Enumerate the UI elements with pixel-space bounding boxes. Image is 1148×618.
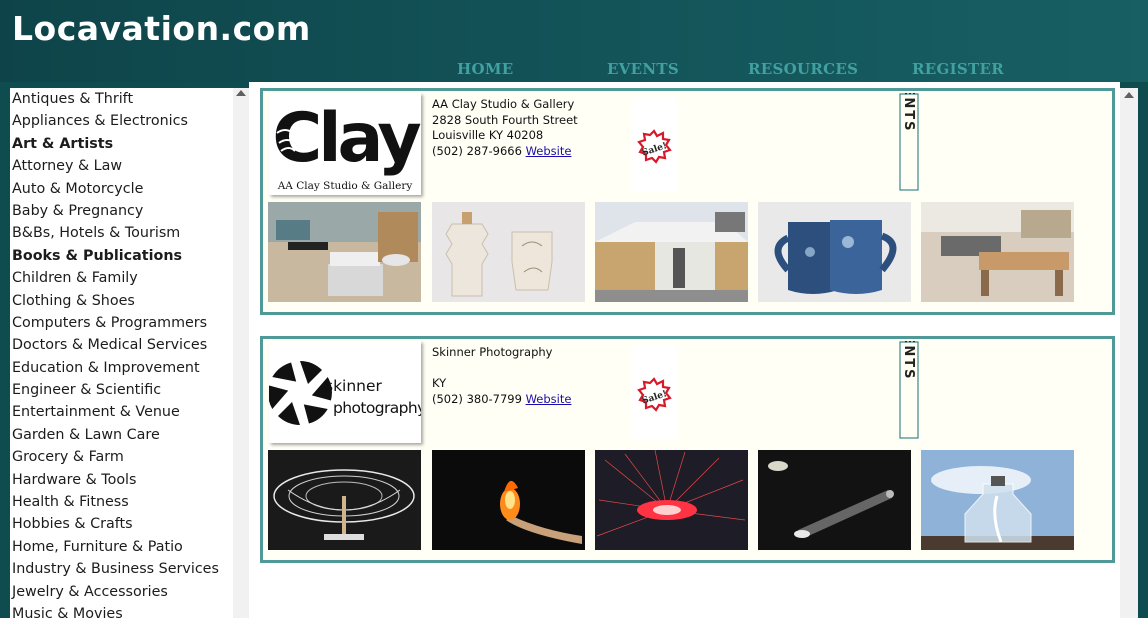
sale-badge[interactable]: Sale! <box>631 345 677 440</box>
category-link[interactable]: Clothing & Shoes <box>10 290 233 312</box>
events-text: EVENTS <box>901 93 916 132</box>
listings-panel: Clay AA Clay Studio & Gallery AA Clay St… <box>249 64 1120 618</box>
storefront-photo[interactable] <box>595 202 748 302</box>
category-link[interactable]: Books & Publications <box>10 245 233 267</box>
nav-home[interactable]: HOME <box>457 60 513 78</box>
light-beam-photo[interactable] <box>758 450 911 550</box>
studio-tables-photo[interactable] <box>268 202 421 302</box>
workshop-photo[interactable] <box>921 202 1074 302</box>
scroll-up-arrow-icon[interactable] <box>236 90 246 96</box>
category-link[interactable]: Antiques & Thrift <box>10 88 233 110</box>
business-name: Skinner Photography <box>432 345 553 359</box>
category-link[interactable]: Attorney & Law <box>10 155 233 177</box>
business-address: 2828 South Fourth Street <box>432 112 578 127</box>
sale-badge[interactable]: Sale! <box>631 97 677 192</box>
category-link[interactable]: Appliances & Electronics <box>10 110 233 132</box>
logo-caption: AA Clay Studio & Gallery <box>277 180 413 192</box>
category-link[interactable]: Health & Fitness <box>10 491 233 513</box>
category-sidebar: Antiques & Thrift Appliances & Electroni… <box>10 88 233 618</box>
blue-mugs-photo[interactable] <box>758 202 911 302</box>
sidebar-scrollbar[interactable] <box>233 88 249 618</box>
logo-wordmark: Clay <box>272 99 421 178</box>
category-link[interactable]: Engineer & Scientific <box>10 379 233 401</box>
category-link[interactable]: Auto & Motorcycle <box>10 178 233 200</box>
business-contact: (502) 287-9666 Website <box>432 144 632 160</box>
site-header: Locavation.com HOME EVENTS RESOURCES REG… <box>0 0 1148 82</box>
category-link[interactable]: Home, Furniture & Patio <box>10 536 233 558</box>
events-badge[interactable]: EVENTS <box>899 64 919 191</box>
events-text: EVENTS <box>901 341 916 380</box>
ceramic-cups-photo[interactable] <box>432 202 585 302</box>
business-phone: (502) 380-7799 <box>432 391 522 406</box>
business-info: AA Clay Studio & Gallery 2828 South Four… <box>432 97 632 159</box>
category-link[interactable]: Baby & Pregnancy <box>10 200 233 222</box>
left-page-border <box>0 82 10 618</box>
scroll-up-arrow-icon[interactable] <box>1124 92 1134 98</box>
logo-wordmark: skinner <box>325 377 383 395</box>
category-link[interactable]: Entertainment & Venue <box>10 401 233 423</box>
nav-events[interactable]: EVENTS <box>607 60 679 78</box>
business-logo[interactable]: skinner photography <box>269 341 421 443</box>
business-city: Louisville KY 40208 <box>432 128 544 142</box>
nav-resources[interactable]: RESOURCES <box>748 60 858 78</box>
category-link[interactable]: Grocery & Farm <box>10 446 233 468</box>
category-link[interactable]: Hardware & Tools <box>10 469 233 491</box>
business-name: AA Clay Studio & Gallery <box>432 97 575 111</box>
website-link[interactable]: Website <box>526 392 572 406</box>
business-listing: skinner photography Skinner Photography … <box>260 312 1115 563</box>
website-link[interactable]: Website <box>526 144 572 158</box>
category-link[interactable]: Garden & Lawn Care <box>10 424 233 446</box>
category-link[interactable]: B&Bs, Hotels & Tourism <box>10 222 233 244</box>
business-logo[interactable]: Clay AA Clay Studio & Gallery <box>269 93 421 195</box>
business-info: Skinner Photography KY (502) 380-7799 We… <box>432 345 632 407</box>
site-title[interactable]: Locavation.com <box>12 9 311 48</box>
category-link[interactable]: Education & Improvement <box>10 357 233 379</box>
nav-register[interactable]: REGISTER <box>912 60 1004 78</box>
category-link[interactable]: Hobbies & Crafts <box>10 513 233 535</box>
category-link[interactable]: Doctors & Medical Services <box>10 334 233 356</box>
business-address <box>432 361 632 377</box>
category-link[interactable]: Industry & Business Services <box>10 558 233 580</box>
category-link[interactable]: Computers & Programmers <box>10 312 233 334</box>
red-light-photo[interactable] <box>595 450 748 550</box>
category-link[interactable]: Music & Movies <box>10 603 233 618</box>
right-page-border <box>1138 82 1148 618</box>
page-scrollbar[interactable] <box>1120 88 1138 618</box>
category-link[interactable]: Jewelry & Accessories <box>10 581 233 603</box>
events-badge[interactable]: EVENTS <box>899 312 919 439</box>
glass-jar-photo[interactable] <box>921 450 1074 550</box>
business-listing: Clay AA Clay Studio & Gallery AA Clay St… <box>260 64 1115 315</box>
business-city: KY <box>432 376 447 390</box>
logo-wordmark-sub: photography <box>333 399 421 417</box>
fire-hand-photo[interactable] <box>432 450 585 550</box>
business-contact: (502) 380-7799 Website <box>432 392 632 408</box>
business-phone: (502) 287-9666 <box>432 143 522 158</box>
category-link[interactable]: Art & Artists <box>10 133 233 155</box>
light-sculpture-photo[interactable] <box>268 450 421 550</box>
category-link[interactable]: Children & Family <box>10 267 233 289</box>
category-list: Antiques & Thrift Appliances & Electroni… <box>10 88 233 618</box>
